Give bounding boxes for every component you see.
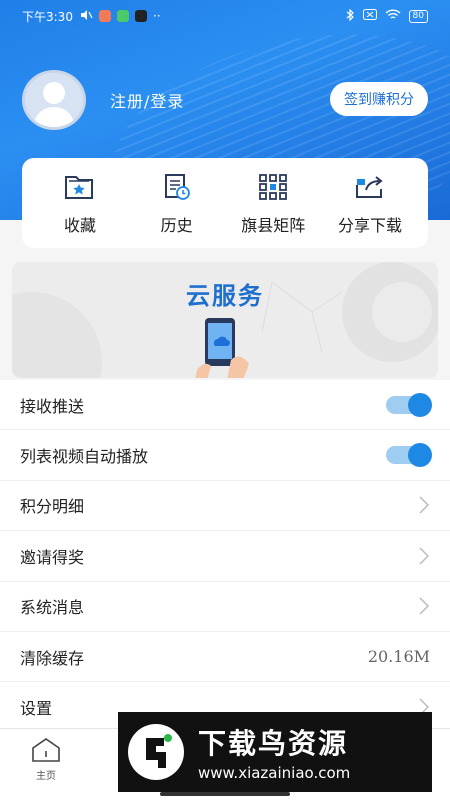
mute-icon bbox=[79, 9, 93, 24]
download-app-icon bbox=[116, 10, 129, 22]
default-user-icon bbox=[33, 82, 75, 127]
sim-icon bbox=[362, 9, 377, 23]
settings-row-label: 邀请得奖 bbox=[20, 547, 85, 567]
favorites-folder-icon bbox=[63, 170, 97, 204]
quick-action-label: 分享下载 bbox=[337, 216, 402, 235]
notification-app-icon bbox=[98, 10, 111, 22]
wifi-icon bbox=[385, 8, 401, 24]
phone-cloud-icon bbox=[195, 318, 249, 378]
status-bar: 下午3:30 ·· 80 bbox=[0, 0, 450, 32]
quick-action-share-download[interactable]: 分享下载 bbox=[322, 170, 418, 248]
quick-actions-card: 收藏 历史 旗县矩阵 分享下载 bbox=[22, 158, 428, 248]
matrix-grid-icon bbox=[256, 170, 290, 204]
cloud-service-banner[interactable]: 云服务 bbox=[12, 262, 438, 378]
quick-action-label: 收藏 bbox=[63, 216, 96, 235]
chevron-right-icon bbox=[419, 547, 430, 565]
settings-row-push[interactable]: 接收推送 bbox=[0, 380, 450, 431]
settings-row-points[interactable]: 积分明细 bbox=[0, 481, 450, 532]
settings-row-label: 接收推送 bbox=[20, 396, 85, 416]
share-icon bbox=[353, 170, 387, 204]
quick-action-favorites[interactable]: 收藏 bbox=[32, 170, 128, 248]
toggle-knob bbox=[408, 392, 432, 417]
quick-action-label: 旗县矩阵 bbox=[241, 216, 306, 235]
status-time: 下午3:30 bbox=[22, 9, 73, 24]
battery-indicator: 80 bbox=[408, 9, 428, 23]
toggle-knob bbox=[408, 443, 432, 468]
settings-row-label: 积分明细 bbox=[20, 497, 85, 517]
quick-action-label: 历史 bbox=[160, 216, 193, 235]
watermark-logo bbox=[128, 724, 184, 780]
quick-action-county-matrix[interactable]: 旗县矩阵 bbox=[225, 170, 321, 248]
settings-row-label: 系统消息 bbox=[20, 598, 85, 618]
checkin-earn-points-button[interactable]: 签到赚积分 bbox=[330, 82, 428, 116]
settings-row-invite[interactable]: 邀请得奖 bbox=[0, 531, 450, 582]
autoplay-toggle[interactable] bbox=[386, 443, 432, 468]
tiktok-app-icon bbox=[134, 10, 147, 22]
nav-home-tab[interactable]: 主页 bbox=[28, 737, 64, 782]
nav-home-label: 主页 bbox=[36, 771, 56, 782]
avatar[interactable] bbox=[22, 70, 86, 130]
settings-row-autoplay[interactable]: 列表视频自动播放 bbox=[0, 430, 450, 481]
watermark-banner: 下载鸟资源 www.xiazainiao.com bbox=[118, 712, 432, 792]
more-notifications: ·· bbox=[152, 9, 161, 23]
watermark-url: www.xiazainiao.com bbox=[198, 764, 351, 782]
settings-list: 接收推送 列表视频自动播放 积分明细 邀请得奖 系统消息 清除缓存 20.16M… bbox=[0, 380, 450, 733]
settings-row-label: 清除缓存 bbox=[20, 648, 85, 668]
settings-row-label: 列表视频自动播放 bbox=[20, 447, 149, 467]
push-toggle[interactable] bbox=[386, 392, 432, 417]
banner-title: 云服务 bbox=[186, 282, 264, 310]
settings-row-clear-cache[interactable]: 清除缓存 20.16M bbox=[0, 632, 450, 683]
settings-row-messages[interactable]: 系统消息 bbox=[0, 582, 450, 632]
chevron-right-icon bbox=[419, 496, 430, 514]
history-document-icon bbox=[160, 170, 194, 204]
cache-size-value: 20.16M bbox=[367, 647, 430, 667]
profile-block[interactable]: 注册/登录 bbox=[22, 70, 184, 130]
watermark-title: 下载鸟资源 bbox=[198, 727, 349, 760]
bluetooth-icon bbox=[346, 8, 355, 24]
quick-action-history[interactable]: 历史 bbox=[129, 170, 225, 248]
home-indicator-bar[interactable] bbox=[160, 792, 290, 796]
chevron-right-icon bbox=[419, 597, 430, 615]
home-icon bbox=[32, 738, 60, 762]
login-register-link[interactable]: 注册/登录 bbox=[110, 88, 184, 112]
